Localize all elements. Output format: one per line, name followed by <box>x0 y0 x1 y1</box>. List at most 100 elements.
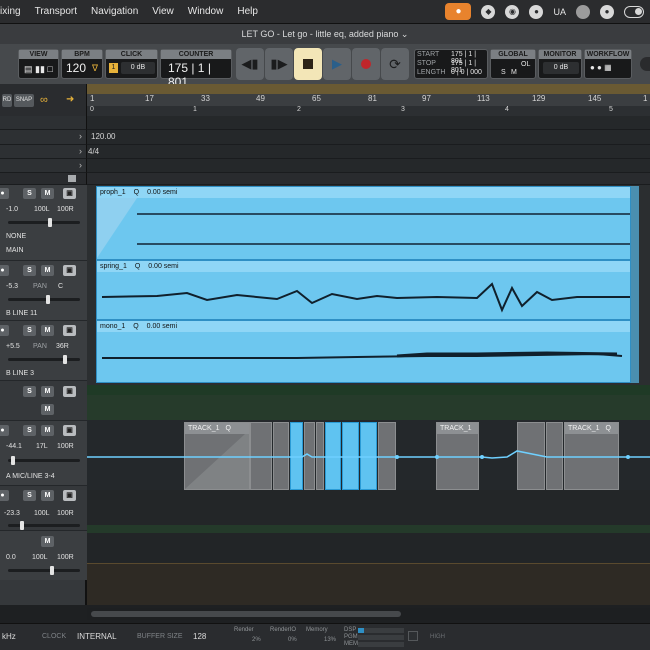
clip-mono[interactable]: mono_1 Q 0.00 semi <box>96 320 631 383</box>
solo-button[interactable]: S <box>23 188 36 199</box>
input-value[interactable]: A MIC/LINE 3-4 <box>6 473 55 480</box>
clip-header[interactable]: proph_1 Q 0.00 semi <box>97 187 630 198</box>
track-header-proph[interactable]: ● S M ▣ -1.0 100L 100R NONE MAIN <box>0 185 87 260</box>
mute-button[interactable]: M <box>41 536 54 547</box>
link-icon[interactable]: ∞ <box>40 94 48 106</box>
pan-left-value[interactable]: 100L <box>34 510 50 517</box>
fader-knob[interactable] <box>50 566 54 575</box>
pan-right-value[interactable]: 100R <box>57 443 74 450</box>
monitor-button[interactable]: ▣ <box>63 265 76 276</box>
toggle-icon[interactable] <box>624 5 644 18</box>
mute-button[interactable]: M <box>41 188 54 199</box>
ua-status-text[interactable]: UA <box>553 7 566 17</box>
volume-value[interactable]: -23.3 <box>4 510 20 517</box>
volume-fader[interactable] <box>8 566 80 575</box>
global-solo[interactable]: S <box>501 69 506 76</box>
clip-header[interactable]: TRACK_1 <box>437 423 478 434</box>
info-icon[interactable]: ● <box>600 4 614 19</box>
monitor-button[interactable]: ▣ <box>63 425 76 436</box>
forward-button[interactable]: ▮▶ <box>265 48 293 80</box>
mute-button[interactable]: M <box>41 490 54 501</box>
input-value[interactable]: B LINE 11 <box>6 310 37 317</box>
solo-button[interactable]: S <box>23 325 36 336</box>
pan-value[interactable]: C <box>58 283 63 290</box>
key-lane[interactable] <box>87 159 650 173</box>
dropbox-icon[interactable]: ◆ <box>481 4 496 19</box>
pan-right-value[interactable]: 100R <box>57 206 74 213</box>
mute-button-alt[interactable]: M <box>41 404 54 415</box>
sample-rate[interactable]: kHz <box>2 632 16 641</box>
timeline-ruler[interactable]: 1 17 33 49 65 81 97 113 129 145 1 0 1 2 … <box>87 84 650 116</box>
creative-cloud-icon[interactable]: ● <box>529 4 544 19</box>
input-value[interactable]: B LINE 3 <box>6 370 34 377</box>
mute-button[interactable]: M <box>41 386 54 397</box>
clip-header[interactable]: mono_1 Q 0.00 semi <box>97 321 630 332</box>
stop-button[interactable] <box>294 48 322 80</box>
bar-ruler[interactable]: 1 17 33 49 65 81 97 113 129 145 1 <box>87 94 650 106</box>
track-header-7[interactable]: M 0.0 100L 100R <box>0 530 87 580</box>
window-title[interactable]: LET GO - Let go - little eq, added piano… <box>0 24 650 44</box>
mute-button[interactable]: M <box>41 265 54 276</box>
monitor-volume[interactable]: 0 dB <box>543 62 579 74</box>
pan-left-value[interactable]: 17L <box>36 443 48 450</box>
vpn-icon[interactable]: ◉ <box>505 4 520 19</box>
fader-knob[interactable] <box>48 218 52 227</box>
stop-icon[interactable] <box>408 631 418 641</box>
menu-view[interactable]: View <box>152 6 174 17</box>
snap-button[interactable]: SNAP <box>14 94 34 107</box>
loop-range-band[interactable] <box>87 84 650 94</box>
pan-left-value[interactable]: 100L <box>34 206 50 213</box>
menu-help[interactable]: Help <box>237 6 258 17</box>
pan-right-value[interactable]: 100R <box>57 510 74 517</box>
monitor-button[interactable]: ▣ <box>63 386 76 397</box>
clip-header[interactable]: TRACK_1 Q <box>185 423 249 434</box>
record-arm-button[interactable]: ● <box>0 188 9 199</box>
marker-lane-header[interactable] <box>0 116 87 130</box>
monitor-button[interactable]: ▣ <box>63 325 76 336</box>
solo-button[interactable]: S <box>23 425 36 436</box>
volume-fader[interactable] <box>8 218 80 227</box>
volume-fader[interactable] <box>8 521 80 530</box>
view-toggle-icons[interactable]: ▤ ▮▮ □ <box>24 64 53 75</box>
click-volume[interactable]: 0 dB <box>121 62 155 74</box>
clip-header[interactable]: TRACK_1 Q <box>565 423 618 434</box>
chevron-right-icon[interactable]: › <box>79 146 82 156</box>
pan-right-value[interactable]: 100R <box>57 554 74 561</box>
volume-value[interactable]: -44.1 <box>6 443 22 450</box>
scrollbar-thumb[interactable] <box>91 611 401 617</box>
monitor-button[interactable]: ▣ <box>63 490 76 501</box>
track-header-track1[interactable]: ● S M ▣ -44.1 17L 100R A MIC/LINE 3-4 <box>0 420 87 485</box>
tempo-lane[interactable]: 120.00 <box>87 130 650 145</box>
signature-value[interactable]: 4/4 <box>88 147 99 156</box>
collapse-icon[interactable] <box>68 175 76 182</box>
clip-proph[interactable]: proph_1 Q 0.00 semi <box>96 186 631 260</box>
clip-header[interactable]: spring_1 Q 0.00 semi <box>97 261 630 272</box>
record-button[interactable] <box>352 48 380 80</box>
solo-button[interactable]: S <box>23 490 36 501</box>
length-value[interactable]: 0 | 0 | 000 <box>451 69 482 76</box>
clock-value[interactable]: INTERNAL <box>77 632 117 641</box>
volume-value[interactable]: -5.3 <box>6 283 18 290</box>
track-header-aux[interactable]: S M ▣ M <box>0 380 87 420</box>
output-value[interactable]: MAIN <box>6 247 24 254</box>
loop-button[interactable]: ⟳ <box>381 48 409 80</box>
menu-transport[interactable]: Transport <box>35 6 77 17</box>
fader-knob[interactable] <box>63 355 67 364</box>
record-arm-button[interactable]: ● <box>0 265 9 276</box>
pan-left-value[interactable]: 100L <box>32 554 48 561</box>
record-arm-button[interactable]: ● <box>0 425 9 436</box>
menu-mixing[interactable]: ixing <box>0 6 21 17</box>
key-lane-header[interactable]: › <box>0 159 87 173</box>
menu-window[interactable]: Window <box>188 6 224 17</box>
global-mute[interactable]: M <box>511 69 517 76</box>
solo-button[interactable]: S <box>23 386 36 397</box>
volume-value[interactable]: -1.0 <box>6 206 18 213</box>
chevron-right-icon[interactable]: › <box>79 160 82 170</box>
track-header-6[interactable]: ● S M ▣ -23.3 100L 100R <box>0 485 87 530</box>
solo-button[interactable]: S <box>23 265 36 276</box>
clip-spring[interactable]: spring_1 Q 0.00 semi <box>96 260 631 320</box>
tap-tempo-icon[interactable]: ∇ <box>92 63 98 74</box>
volume-value[interactable]: +5.5 <box>6 343 20 350</box>
signature-lane-header[interactable]: › <box>0 145 87 159</box>
tempo-lane-header[interactable]: › <box>0 130 87 145</box>
